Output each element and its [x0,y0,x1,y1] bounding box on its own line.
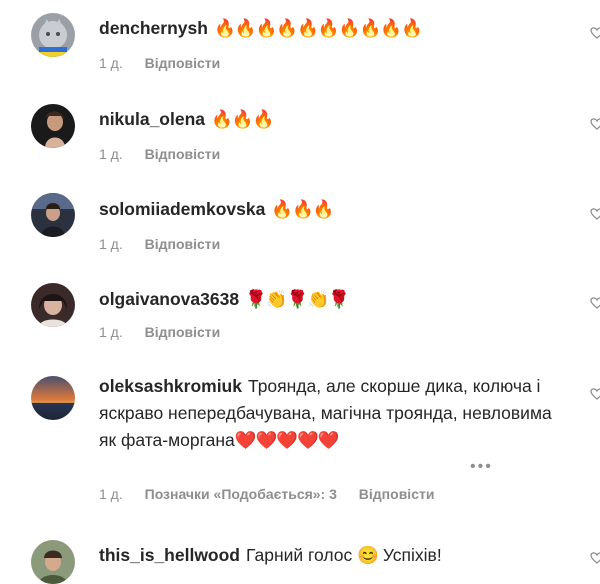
comment-time: 1 д. [99,236,123,252]
comment-meta: 1 д. Відповісти [99,324,238,340]
comment-emoji: 🔥🔥🔥 [271,199,334,219]
sunset-avatar-icon[interactable] [31,376,75,420]
comment-emoji: ❤️❤️❤️❤️❤️ [234,430,340,450]
like-heart-icon[interactable] [590,387,600,401]
person-avatar-icon[interactable] [31,104,75,148]
comment-text-line: denchernysh 🔥🔥🔥🔥🔥🔥🔥🔥🔥🔥 [99,16,423,40]
like-heart-icon[interactable] [590,117,600,131]
comment-meta: 1 д. Відповісти [99,55,238,71]
comment-emoji: 🔥🔥🔥🔥🔥🔥🔥🔥🔥🔥 [213,18,423,38]
username-link[interactable]: this_is_hellwood [99,545,240,565]
username-link[interactable]: solomiiademkovska [99,199,265,219]
comment-time: 1 д. [99,55,123,71]
comment-text-after: Успіхів! [382,545,442,565]
username-link[interactable]: denchernysh [99,18,208,38]
comment-meta: 1 д. Позначки «Подобається»: 3 Відповіст… [99,486,452,502]
comment-emoji: 🔥🔥🔥 [211,109,274,129]
username-link[interactable]: olgaivanova3638 [99,289,239,309]
reply-button[interactable]: Відповісти [359,486,435,502]
comment-text-block: oleksashkromiuk Троянда, але скорше дика,… [99,373,569,454]
person-avatar-icon[interactable] [31,193,75,237]
like-heart-icon[interactable] [590,26,600,40]
username-link[interactable]: nikula_olena [99,109,205,129]
comment-meta: 1 д. Відповісти [99,236,238,252]
comment-text-line: olgaivanova3638 🌹👏🌹👏🌹 [99,287,350,311]
cat-avatar-icon[interactable] [31,13,75,57]
more-options-icon[interactable]: ••• [470,458,493,476]
person-avatar-icon[interactable] [31,283,75,327]
reply-button[interactable]: Відповісти [145,55,221,71]
username-link[interactable]: oleksashkromiuk [99,376,242,396]
comment-text-line: solomiiademkovska 🔥🔥🔥 [99,197,335,221]
reply-button[interactable]: Відповісти [145,146,221,162]
reply-button[interactable]: Відповісти [145,236,221,252]
comment-time: 1 д. [99,486,123,502]
reply-button[interactable]: Відповісти [145,324,221,340]
like-heart-icon[interactable] [590,296,600,310]
like-heart-icon[interactable] [590,551,600,565]
like-heart-icon[interactable] [590,207,600,221]
comment-text-line: this_is_hellwood Гарний голос 😊 Успіхів! [99,543,442,567]
comment-emoji: 🌹👏🌹👏🌹 [245,289,350,309]
comment-time: 1 д. [99,324,123,340]
comment-text: Гарний голос [246,545,353,565]
person-avatar-icon[interactable] [31,540,75,584]
comment-time: 1 д. [99,146,123,162]
comment-meta: 1 д. Відповісти [99,146,238,162]
smile-emoji: 😊 [357,545,379,565]
likes-count-button[interactable]: Позначки «Подобається»: 3 [145,486,337,502]
comment-text-line: nikula_olena 🔥🔥🔥 [99,107,274,131]
